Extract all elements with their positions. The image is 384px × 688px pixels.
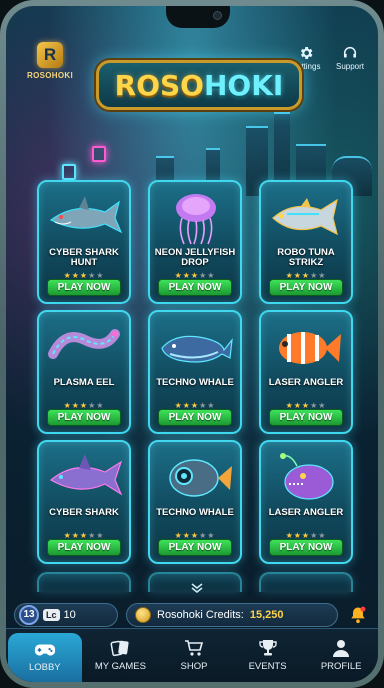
game-title: TECHNO WHALE [156, 377, 234, 388]
support-button[interactable]: Support [332, 44, 368, 71]
play-now-button[interactable]: PLAY NOW [269, 409, 343, 426]
nav-label: MY GAMES [94, 661, 146, 672]
notification-button[interactable] [346, 605, 370, 625]
play-now-button[interactable]: PLAY NOW [158, 409, 232, 426]
chevron-down-icon[interactable] [190, 582, 204, 597]
title-banner: ROSO HOKI [96, 60, 302, 110]
bell-icon [351, 606, 366, 624]
title-part-hoki: HOKI [203, 68, 284, 102]
brand-logo[interactable]: R ROSOHOKI [20, 42, 80, 80]
credits-value: 15,250 [249, 609, 284, 621]
game-art-eel [45, 318, 125, 376]
nav-label: LOBBY [28, 662, 61, 673]
game-title: PLASMA EEL [53, 377, 115, 388]
play-now-button[interactable]: PLAY NOW [47, 279, 121, 296]
play-now-button[interactable]: PLAY NOW [158, 279, 232, 296]
brand-mark: R [37, 42, 63, 68]
support-label: Support [335, 62, 365, 71]
game-title: TECHNO WHALE [156, 507, 234, 518]
nav-shop[interactable]: SHOP [157, 629, 231, 682]
play-now-button[interactable]: PLAY NOW [269, 539, 343, 556]
game-card[interactable]: CYBER SHARK ★★★★★ PLAY NOW [37, 440, 131, 564]
game-art-shark [45, 188, 125, 246]
nav-label: SHOP [180, 661, 208, 672]
game-title: CYBER SHARK HUNT [49, 247, 119, 268]
title-part-roso: ROSO [114, 68, 204, 102]
game-card[interactable]: ROBO TUNA STRIKZ ★★★★★ PLAY NOW [259, 180, 353, 304]
game-card[interactable]: TECHNO WHALE ★★★★★ PLAY NOW [148, 440, 242, 564]
headset-icon [343, 47, 357, 58]
game-title: CYBER SHARK [49, 507, 119, 518]
game-title: LASER ANGLER [268, 507, 344, 518]
game-card-partial[interactable] [37, 572, 131, 592]
nav-profile[interactable]: PROFILE [304, 629, 378, 682]
app-screen: R ROSOHOKI Settings Support ROSO HOKI CY… [6, 6, 378, 682]
nav-label: PROFILE [320, 661, 362, 672]
nav-events[interactable]: EVENTS [231, 629, 305, 682]
phone-frame: R ROSOHOKI Settings Support ROSO HOKI CY… [0, 0, 384, 688]
status-bar: 13 Lc 10 Rosohoki Credits: 15,250 [14, 600, 370, 630]
game-art-shark2 [45, 448, 125, 506]
cart-icon [184, 639, 204, 657]
play-now-button[interactable]: PLAY NOW [158, 539, 232, 556]
game-card[interactable]: LASER ANGLER ★★★★★ PLAY NOW [259, 440, 353, 564]
nav-lobby[interactable]: LOBBY [8, 633, 82, 682]
game-art-jellyfish [156, 188, 236, 246]
game-card[interactable]: PLASMA EEL ★★★★★ PLAY NOW [37, 310, 131, 434]
game-art-angler [267, 448, 347, 506]
game-title: LASER ANGLER [268, 377, 344, 388]
play-now-button[interactable]: PLAY NOW [269, 279, 343, 296]
bottom-nav: LOBBY MY GAMES SHOP EVENTS PROFILE [6, 628, 378, 682]
game-art-clownfish [267, 318, 347, 376]
play-now-button[interactable]: PLAY NOW [47, 409, 121, 426]
nav-my-games[interactable]: MY GAMES [84, 629, 158, 682]
gear-icon [300, 47, 313, 59]
game-art-tuna [267, 188, 347, 246]
lv-value: 10 [63, 609, 76, 621]
credits-label: Rosohoki Credits: [157, 609, 244, 621]
front-camera [213, 11, 222, 20]
play-now-button[interactable]: PLAY NOW [47, 539, 121, 556]
coin-icon [135, 607, 151, 623]
nav-label: EVENTS [248, 661, 287, 672]
game-art-robofish [156, 448, 236, 506]
game-art-whale [156, 318, 236, 376]
trophy-icon [258, 639, 278, 657]
game-title: ROBO TUNA STRIKZ [277, 247, 335, 268]
game-card-partial[interactable] [259, 572, 353, 592]
game-card[interactable]: NEON JELLYFISH DROP ★★★★★ PLAY NOW [148, 180, 242, 304]
lv-label: Lc [43, 609, 60, 621]
credits-display[interactable]: Rosohoki Credits: 15,250 [126, 603, 338, 627]
game-card[interactable]: LASER ANGLER ★★★★★ PLAY NOW [259, 310, 353, 434]
user-icon [331, 639, 351, 657]
gamepad-icon [34, 642, 56, 658]
game-card[interactable]: CYBER SHARK HUNT ★★★★★ PLAY NOW [37, 180, 131, 304]
game-title: NEON JELLYFISH DROP [154, 247, 236, 268]
cards-icon [110, 639, 130, 657]
level-indicator[interactable]: 13 Lc 10 [14, 603, 118, 627]
game-card[interactable]: TECHNO WHALE ★★★★★ PLAY NOW [148, 310, 242, 434]
brand-name: ROSOHOKI [27, 71, 73, 80]
level-badge: 13 [19, 605, 39, 625]
